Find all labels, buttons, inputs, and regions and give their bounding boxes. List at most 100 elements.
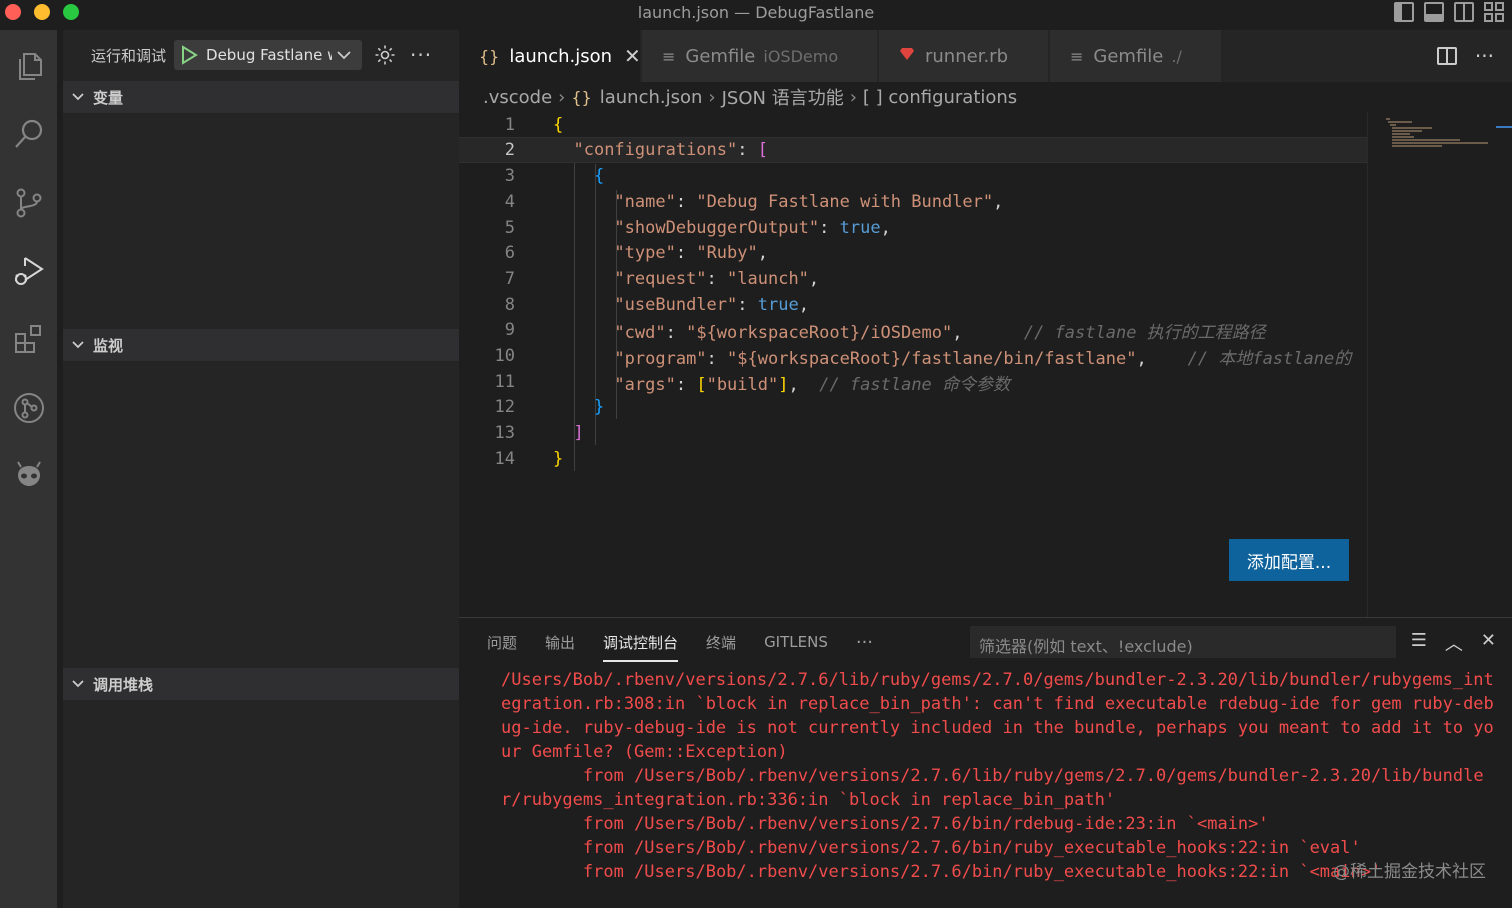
text-file-icon: ≡ [1070,46,1084,66]
more-actions-icon[interactable]: ··· [1475,44,1494,68]
chevron-right-icon: › [708,86,716,108]
json-value: "build" [706,374,779,395]
start-debugging-icon[interactable] [180,45,198,65]
toggle-secondary-sidebar-icon[interactable] [1454,2,1474,22]
minimap[interactable] [1367,112,1512,617]
code-comment: // 本地fastlane的 [1187,348,1352,369]
code-line: 4 "name": "Debug Fastlane with Bundler", [459,189,1367,215]
code-line: 10 "program": "${workspaceRoot}/fastlane… [459,343,1367,369]
json-key: "args" [614,374,676,395]
chevron-down-icon [72,341,84,349]
split-editor-icon[interactable] [1436,47,1457,65]
line-number: 5 [504,218,515,238]
tab-launch-json[interactable]: {} launch.json ✕ [459,30,641,82]
watermark: @稀土掘金技术社区 [1333,862,1486,882]
line-number: 14 [494,449,515,469]
run-and-debug-icon[interactable] [0,242,57,298]
alien-extension-icon[interactable] [0,448,57,504]
code-comment: // fastlane 执行的工程路径 [1023,322,1266,343]
line-number: 10 [494,346,515,366]
breadcrumb-item[interactable]: JSON 语言功能 [722,84,844,110]
watch-section-title: 监视 [93,336,124,355]
code-line: 5 "showDebuggerOutput": true, [459,215,1367,241]
chevron-right-icon: › [558,86,566,108]
json-file-icon: {} [479,46,500,66]
more-tabs-icon[interactable]: ··· [856,618,873,666]
breadcrumb-item[interactable]: [ ] configurations [863,87,1017,108]
variables-section-header[interactable]: 变量 [63,81,459,113]
line-number: 9 [504,320,515,340]
tab-debug-console[interactable]: 调试控制台 [603,618,679,666]
tab-terminal[interactable]: 终端 [706,618,736,666]
ruby-file-icon [899,46,915,66]
tab-output[interactable]: 输出 [545,618,575,666]
tab-gemfile-iosdemo[interactable]: ≡ Gemfile iOSDemo [642,30,878,82]
chevron-down-icon [72,93,84,101]
layout-controls [1394,2,1504,22]
bottom-panel: 问题 输出 调试控制台 终端 GITLENS ··· 筛选器(例如 text、!… [459,617,1512,908]
clear-console-icon[interactable]: ☰ [1411,630,1427,656]
tab-label: runner.rb [925,45,1008,67]
json-key: "configurations" [573,140,738,160]
watch-section-header[interactable]: 监视 [63,329,459,361]
code-line: 3 { [459,163,1367,189]
console-filter-input[interactable]: 筛选器(例如 text、!exclude) [970,626,1396,658]
text-file-icon: ≡ [662,46,676,66]
tab-hint: iOSDemo [763,46,839,66]
code-comment: // fastlane 命令参数 [819,374,1011,395]
debug-config-select[interactable]: Debug Fastlane with Bundler [174,40,363,70]
add-configuration-button[interactable]: 添加配置... [1229,539,1349,581]
json-value: "Debug Fastlane with Bundler" [696,192,994,212]
json-value: "${workspaceRoot}/iOSDemo" [686,322,953,343]
line-number: 1 [504,115,515,135]
chevron-down-icon [72,680,84,688]
json-file-icon: {} [571,87,592,107]
json-key: "useBundler" [614,295,738,315]
json-key: "type" [614,243,676,263]
gitlens-icon[interactable] [0,380,57,436]
toggle-panel-icon[interactable] [1424,2,1444,22]
json-value: true [757,295,799,315]
breadcrumb: .vscode › {} launch.json › JSON 语言功能 › [… [459,82,1512,112]
maximize-panel-icon[interactable]: ︿ [1445,630,1463,656]
tab-runner-rb[interactable]: runner.rb [879,30,1049,82]
line-number: 12 [494,397,515,417]
customize-layout-icon[interactable] [1484,2,1504,22]
json-key: "showDebuggerOutput" [614,218,820,238]
editor-tabs: {} launch.json ✕ ≡ Gemfile iOSDemo runne… [459,30,1512,82]
code-line: 12 } [459,394,1367,420]
call-stack-section-title: 调用堆栈 [93,675,154,694]
explorer-icon[interactable] [0,38,57,94]
json-key: "program" [614,348,707,369]
code-line: 6 "type": "Ruby", [459,240,1367,266]
json-value: "launch" [727,269,809,289]
toggle-primary-sidebar-icon[interactable] [1394,2,1414,22]
more-actions-icon[interactable]: ··· [410,43,432,67]
line-number: 7 [504,269,515,289]
line-number: 3 [504,166,515,186]
breadcrumb-item[interactable]: .vscode [483,87,552,108]
open-launch-json-gear-icon[interactable] [374,44,396,66]
code-line: 9 "cwd": "${workspaceRoot}/iOSDemo", // … [459,317,1367,343]
panel-tabs: 问题 输出 调试控制台 终端 GITLENS ··· [459,618,873,666]
call-stack-section-header[interactable]: 调用堆栈 [63,668,459,700]
debug-console-output: /Users/Bob/.rbenv/versions/2.7.6/lib/rub… [501,670,1494,882]
tab-gitlens[interactable]: GITLENS [764,618,828,666]
close-panel-icon[interactable]: ✕ [1481,630,1496,656]
line-number: 6 [504,243,515,263]
tab-hint: ./ [1171,46,1182,66]
line-number: 2 [504,140,515,160]
tab-problems[interactable]: 问题 [487,618,517,666]
code-line: 11 "args": ["build"], // fastlane 命令参数 [459,369,1367,395]
tab-gemfile-root[interactable]: ≡ Gemfile ./ [1050,30,1222,82]
line-number: 4 [504,192,515,212]
run-and-debug-title: 运行和调试 [91,46,167,65]
code-line-current: 2 "configurations": [ [459,137,1367,163]
panel-actions: ☰ ︿ ✕ [1411,630,1496,656]
search-icon[interactable] [0,106,57,162]
breadcrumb-item[interactable]: launch.json [600,87,703,108]
extensions-icon[interactable] [0,311,57,367]
code-line: 13 ] [459,420,1367,446]
close-tab-icon[interactable]: ✕ [624,44,641,68]
source-control-icon[interactable] [0,175,57,231]
